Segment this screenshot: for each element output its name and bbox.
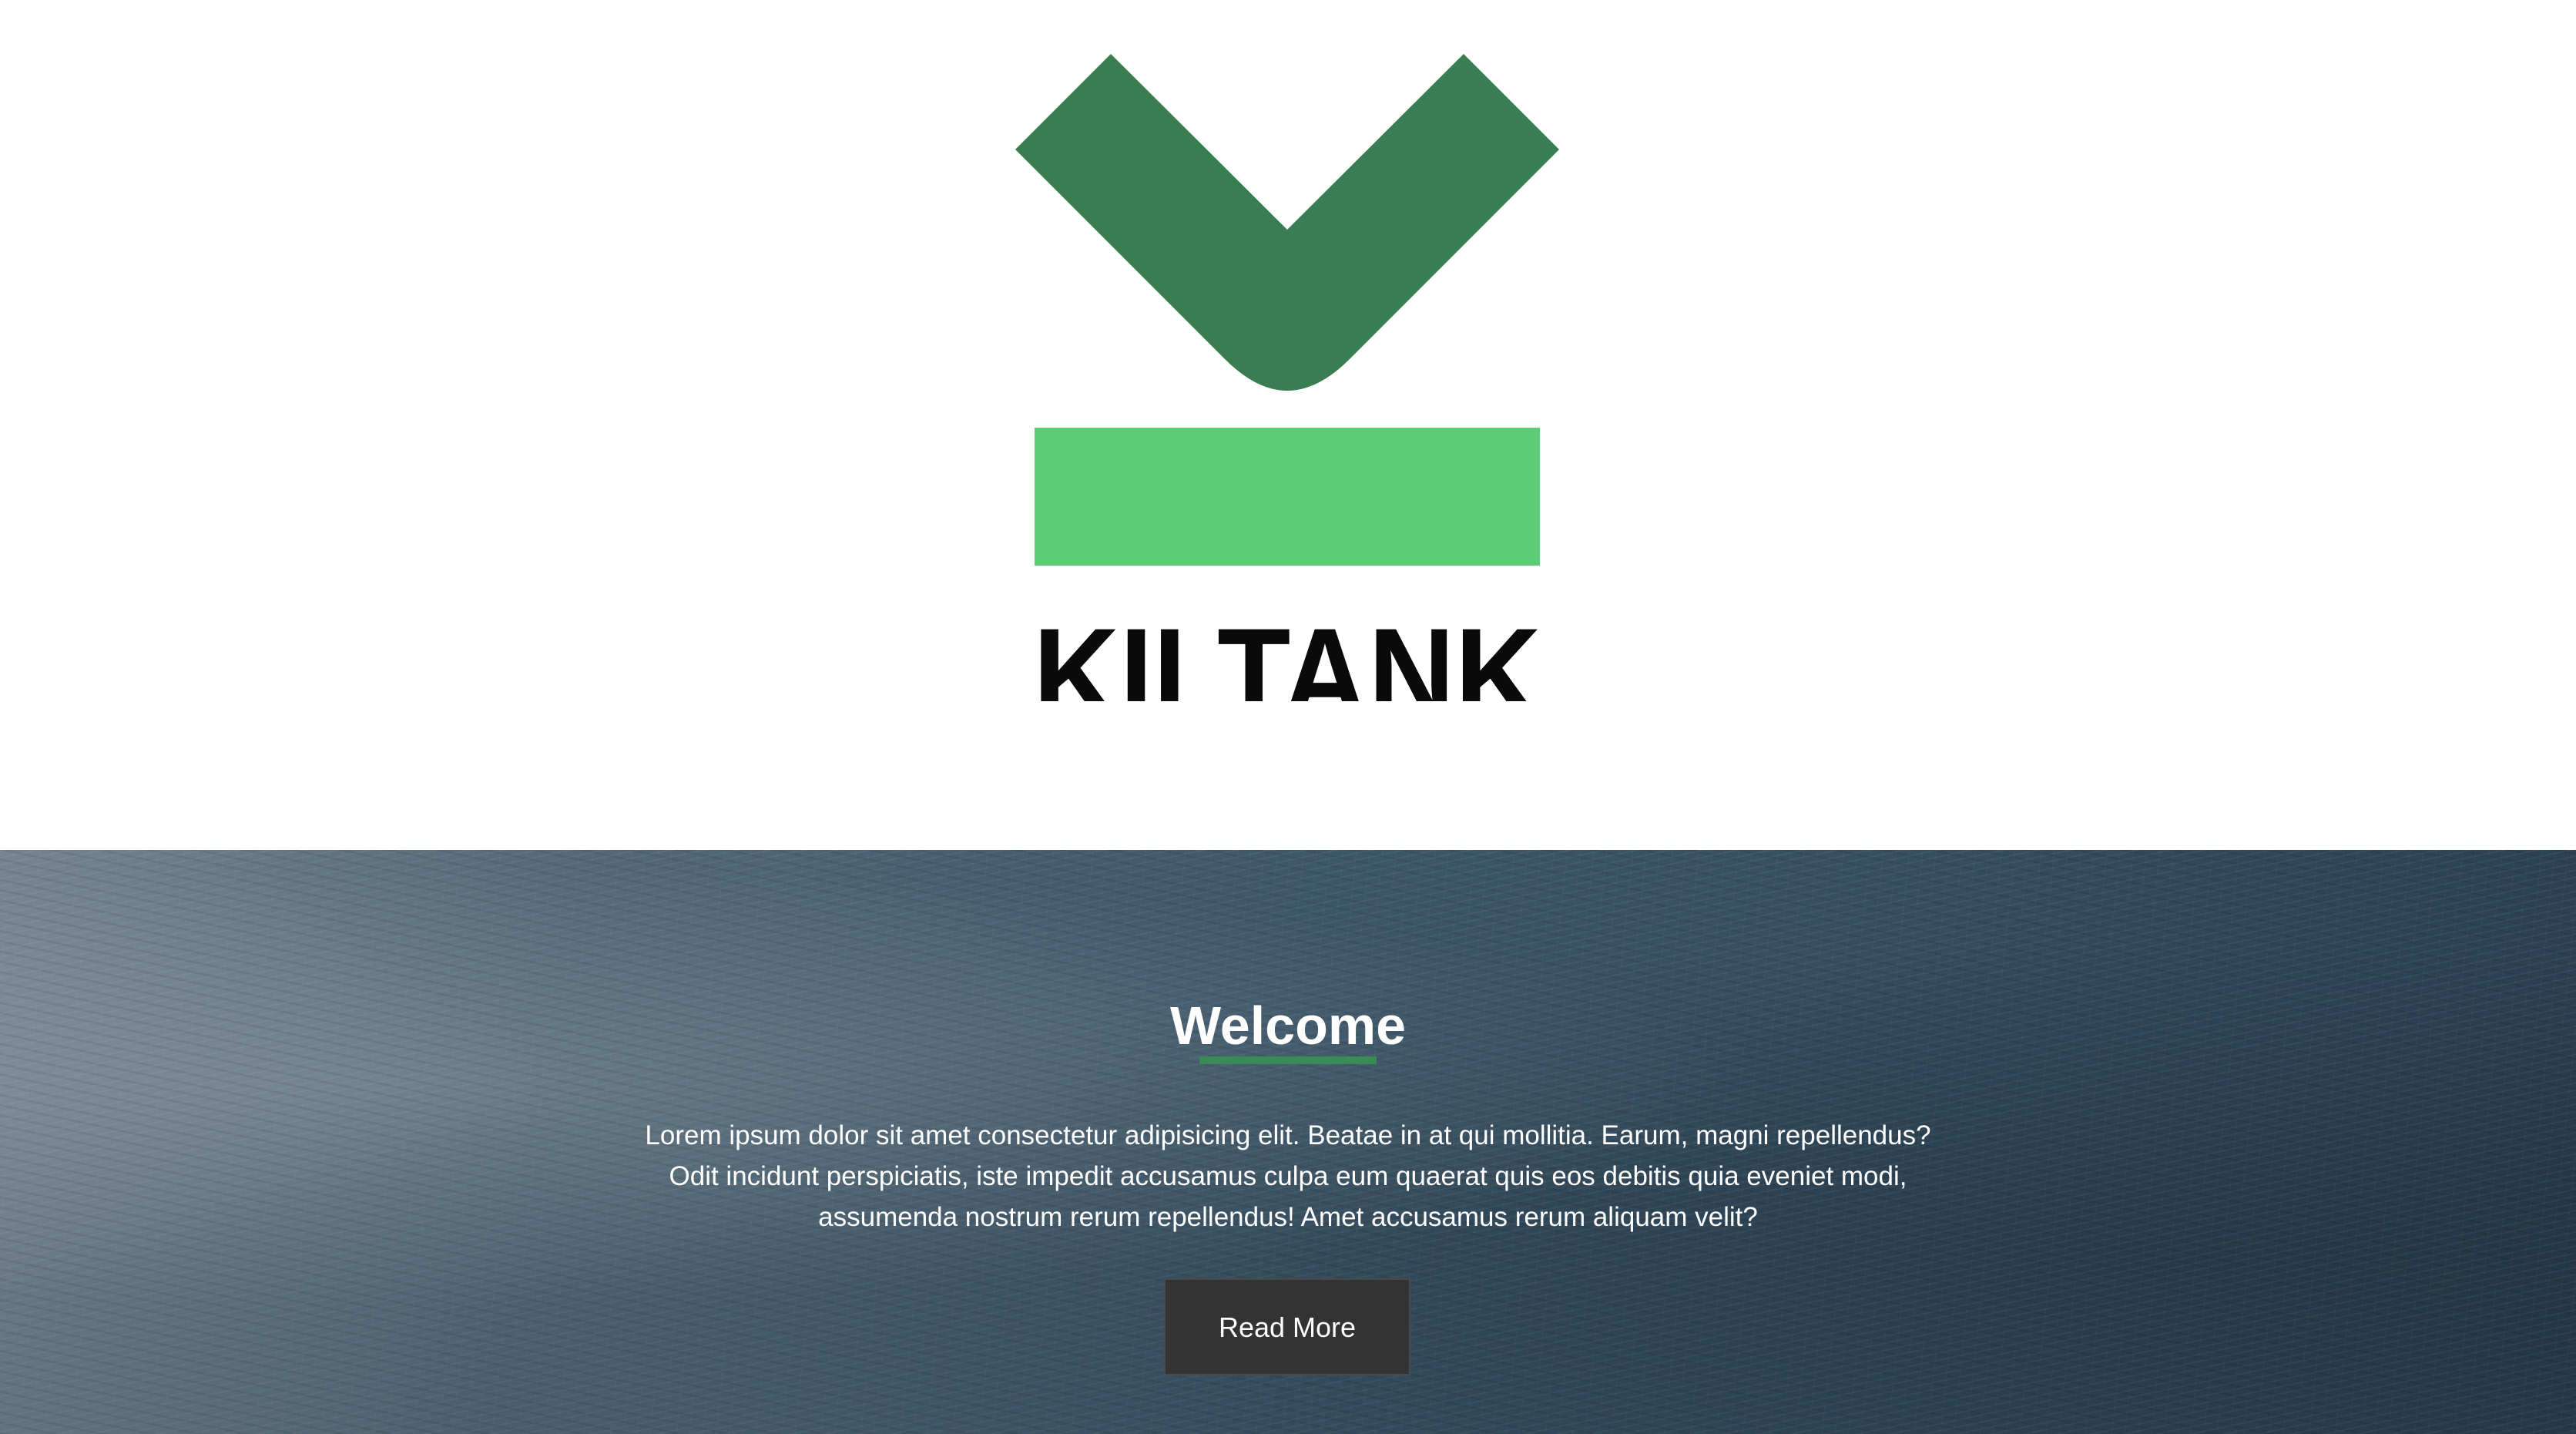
read-more-button[interactable]: Read More [1164, 1278, 1410, 1375]
site-header: KILTANK [0, 0, 2576, 850]
logo-chevron-shape [1015, 54, 1559, 391]
title-underline [1199, 1056, 1377, 1064]
hero-content: Welcome Lorem ipsum dolor sit amet conse… [0, 850, 2576, 1434]
page: KILTANK Welcome Lorem ipsum dolor sit am… [0, 0, 2576, 1434]
kiltank-logo-icon: KILTANK [1015, 54, 1559, 701]
hero-body-text: Lorem ipsum dolor sit amet consectetur a… [645, 1120, 1931, 1232]
kiltank-logo[interactable]: KILTANK [1015, 54, 1559, 701]
logo-wordmark: KILTANK [1033, 601, 1541, 701]
logo-bar-shape [1035, 428, 1540, 566]
hero-section: Welcome Lorem ipsum dolor sit amet conse… [0, 850, 2576, 1434]
hero-title: Welcome [1169, 996, 1407, 1056]
